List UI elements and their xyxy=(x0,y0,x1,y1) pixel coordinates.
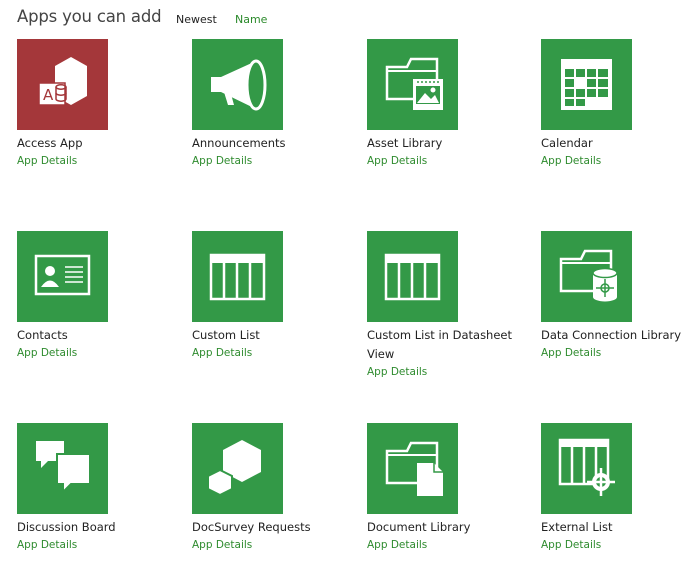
datasheet-grid-icon[interactable] xyxy=(367,231,458,322)
app-tile-asset-library: Asset Library App Details xyxy=(367,39,517,170)
app-details-link[interactable]: App Details xyxy=(367,537,517,554)
app-details-link[interactable]: App Details xyxy=(17,537,167,554)
app-tile-custom-list-datasheet: Custom List in Datasheet View App Detail… xyxy=(367,231,517,381)
app-tile-external-list: External List App Details xyxy=(541,423,686,554)
app-title[interactable]: Asset Library xyxy=(367,134,512,153)
app-details-link[interactable]: App Details xyxy=(541,537,686,554)
app-tile-discussion-board: Discussion Board App Details xyxy=(17,423,167,554)
app-details-link[interactable]: App Details xyxy=(367,153,517,170)
app-title[interactable]: Access App xyxy=(17,134,162,153)
calendar-icon[interactable] xyxy=(541,39,632,130)
page-title: Apps you can add xyxy=(17,7,162,26)
app-details-link[interactable]: App Details xyxy=(17,345,167,362)
app-title[interactable]: DocSurvey Requests xyxy=(192,518,337,537)
megaphone-icon[interactable] xyxy=(192,39,283,130)
app-tile-document-library: Document Library App Details xyxy=(367,423,517,554)
app-title[interactable]: Contacts xyxy=(17,326,162,345)
folder-picture-icon[interactable] xyxy=(367,39,458,130)
app-title[interactable]: Document Library xyxy=(367,518,512,537)
sort-newest-link[interactable]: Newest xyxy=(176,13,217,26)
app-details-link[interactable]: App Details xyxy=(367,364,517,381)
hexagons-icon[interactable] xyxy=(192,423,283,514)
app-tile-contacts: Contacts App Details xyxy=(17,231,167,362)
app-details-link[interactable]: App Details xyxy=(192,153,342,170)
app-title[interactable]: Data Connection Library xyxy=(541,326,686,345)
external-list-icon[interactable] xyxy=(541,423,632,514)
app-details-link[interactable]: App Details xyxy=(192,537,342,554)
folder-document-icon[interactable] xyxy=(367,423,458,514)
app-tile-docsurvey-requests: DocSurvey Requests App Details xyxy=(192,423,342,554)
app-tile-calendar: Calendar App Details xyxy=(541,39,686,170)
speech-bubbles-icon[interactable] xyxy=(17,423,108,514)
app-details-link[interactable]: App Details xyxy=(541,345,686,362)
app-tile-access-app: A Access App App Details xyxy=(17,39,167,170)
app-title[interactable]: Calendar xyxy=(541,134,686,153)
app-title[interactable]: Discussion Board xyxy=(17,518,162,537)
app-title[interactable]: Custom List in Datasheet View xyxy=(367,326,512,364)
app-tile-data-connection-library: Data Connection Library App Details xyxy=(541,231,686,362)
app-title[interactable]: Announcements xyxy=(192,134,337,153)
svg-text:A: A xyxy=(43,86,54,104)
app-title[interactable]: Custom List xyxy=(192,326,337,345)
app-tile-announcements: Announcements App Details xyxy=(192,39,342,170)
access-app-icon[interactable]: A xyxy=(17,39,108,130)
contact-card-icon[interactable] xyxy=(17,231,108,322)
app-title[interactable]: External List xyxy=(541,518,686,537)
app-details-link[interactable]: App Details xyxy=(541,153,686,170)
app-details-link[interactable]: App Details xyxy=(192,345,342,362)
app-details-link[interactable]: App Details xyxy=(17,153,167,170)
sort-name-link[interactable]: Name xyxy=(235,13,267,26)
app-tile-custom-list: Custom List App Details xyxy=(192,231,342,362)
folder-database-icon[interactable] xyxy=(541,231,632,322)
list-grid-icon[interactable] xyxy=(192,231,283,322)
